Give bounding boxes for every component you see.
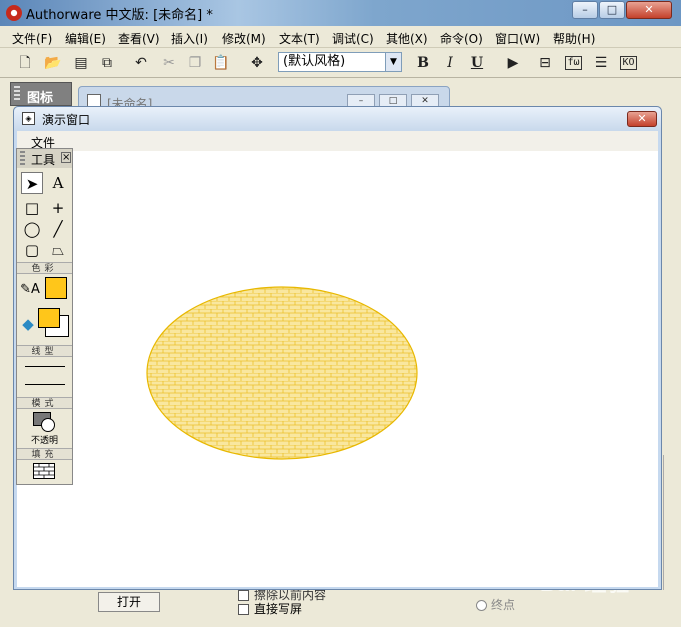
icon-palette[interactable]: 图标 [10, 82, 72, 106]
authorware-app-window: Authorware 中文版: [未命名] * – □ ✕ 文件(F) 编辑(E… [0, 0, 681, 627]
minimize-button[interactable]: – [572, 1, 598, 19]
menu-window[interactable]: 窗口(W) [495, 30, 540, 47]
paint-bucket-icon[interactable]: ◆ [17, 313, 39, 335]
mode-circle-icon[interactable] [41, 418, 55, 432]
endpoint-label: 终点 [491, 598, 516, 612]
paste-icon[interactable]: 📋 [210, 52, 232, 74]
underline-button[interactable]: U [466, 52, 488, 74]
authorware-logo-icon [6, 5, 22, 21]
italic-button[interactable]: I [439, 52, 461, 74]
tools-close-button[interactable]: × [61, 152, 71, 163]
rounded-rectangle-tool-icon[interactable]: ▢ [21, 239, 43, 261]
icon-palette-title: 图标 [27, 91, 54, 106]
close-button[interactable]: ✕ [626, 1, 672, 19]
menu-bar: 文件(F) 编辑(E) 查看(V) 插入(I) 修改(M) 文本(T) 调试(C… [0, 26, 681, 48]
open-folder-icon[interactable]: 📂 [42, 52, 64, 74]
copy-icon[interactable]: ❐ [184, 52, 206, 74]
polygon-tool-icon[interactable]: ⏢ [47, 239, 69, 261]
presentation-window-icon: ◈ [22, 112, 35, 125]
new-file-icon[interactable]: 🗋 [14, 52, 36, 74]
app-title: Authorware 中文版: [未命名] * [26, 8, 213, 23]
save-all-icon[interactable]: ▤ [70, 52, 92, 74]
direct-to-screen-checkbox-row[interactable]: 直接写屏 [238, 600, 302, 617]
run-icon[interactable]: ▶ [502, 52, 524, 74]
presentation-close-button[interactable]: ✕ [627, 111, 657, 127]
menu-view[interactable]: 查看(V) [118, 30, 160, 47]
control-panel-icon[interactable]: ⊟ [534, 52, 556, 74]
foreground-color-swatch[interactable] [38, 308, 60, 328]
knowledge-objects-button[interactable]: KO [620, 56, 637, 70]
text-tool-icon[interactable]: A [47, 172, 69, 194]
line-style-option[interactable] [25, 384, 65, 385]
ellipse-shape[interactable] [145, 285, 419, 461]
tools-palette[interactable]: 工具 × ➤ A □ + ◯ ╱ ▢ ⏢ 色彩 ✎A ◆ 线型 模式 不透明 填… [16, 148, 73, 485]
pencil-text-color-icon[interactable]: ✎A [19, 279, 41, 301]
line-tool-icon[interactable]: ╱ [47, 218, 69, 240]
scrollbar[interactable] [663, 455, 681, 590]
presentation-menubar: 文件 [17, 131, 658, 151]
menu-other[interactable]: 其他(X) [386, 30, 428, 47]
find-icon[interactable]: ✥ [246, 52, 268, 74]
brick-fill-pattern-icon[interactable] [33, 463, 55, 479]
menu-file[interactable]: 文件(F) [12, 30, 52, 47]
direct-to-screen-label: 直接写屏 [254, 602, 303, 616]
presentation-titlebar[interactable]: ◈ 演示窗口 ✕ [14, 107, 661, 131]
import-icon[interactable]: ⧉ [96, 52, 118, 74]
tools-titlebar[interactable]: 工具 × [17, 149, 72, 168]
presentation-canvas[interactable] [17, 151, 658, 587]
cut-icon[interactable]: ✂ [158, 52, 180, 74]
ellipse-tool-icon[interactable]: ◯ [21, 218, 43, 240]
maximize-button[interactable]: □ [599, 1, 625, 19]
line-style-thin[interactable] [25, 366, 65, 367]
color-section-label: 色彩 [17, 262, 72, 274]
endpoint-radio[interactable] [476, 600, 487, 611]
menu-help[interactable]: 帮助(H) [553, 30, 595, 47]
line-color-swatch[interactable] [45, 277, 67, 299]
menu-commands[interactable]: 命令(O) [440, 30, 483, 47]
menu-modify[interactable]: 修改(M) [222, 30, 266, 47]
text-style-select[interactable]: (默认风格) ▼ [278, 52, 402, 72]
mode-value: 不透明 [30, 436, 58, 446]
app-titlebar[interactable]: Authorware 中文版: [未命名] * – □ ✕ [0, 0, 681, 26]
chevron-down-icon[interactable]: ▼ [385, 53, 401, 71]
tools-title: 工具 [31, 153, 56, 167]
line-style-section-label: 线型 [17, 345, 72, 357]
grip-handle-icon[interactable] [14, 86, 20, 102]
bold-button[interactable]: B [412, 52, 434, 74]
menu-insert[interactable]: 插入(I) [171, 30, 208, 47]
mode-section-label: 模式 [17, 397, 72, 409]
open-button[interactable]: 打开 [98, 592, 160, 612]
crosshair-tool-icon[interactable]: + [47, 197, 69, 219]
text-style-value: (默认风格) [283, 54, 346, 69]
presentation-title: 演示窗口 [42, 113, 91, 127]
fill-section-label: 填充 [17, 448, 72, 460]
variables-icon[interactable]: ☰ [590, 52, 612, 74]
direct-to-screen-checkbox[interactable] [238, 604, 249, 615]
undo-icon[interactable]: ↶ [130, 52, 152, 74]
menu-text[interactable]: 文本(T) [279, 30, 320, 47]
endpoint-radio-row[interactable]: 终点 [476, 596, 515, 613]
pointer-tool-icon[interactable]: ➤ [21, 172, 43, 194]
functions-button[interactable]: fω [565, 56, 582, 70]
presentation-window[interactable]: ◈ 演示窗口 ✕ 文件 [13, 106, 662, 590]
menu-edit[interactable]: 编辑(E) [65, 30, 106, 47]
menu-debug[interactable]: 调试(C) [332, 30, 374, 47]
grip-handle-icon[interactable] [20, 151, 25, 165]
rectangle-tool-icon[interactable]: □ [21, 197, 43, 219]
